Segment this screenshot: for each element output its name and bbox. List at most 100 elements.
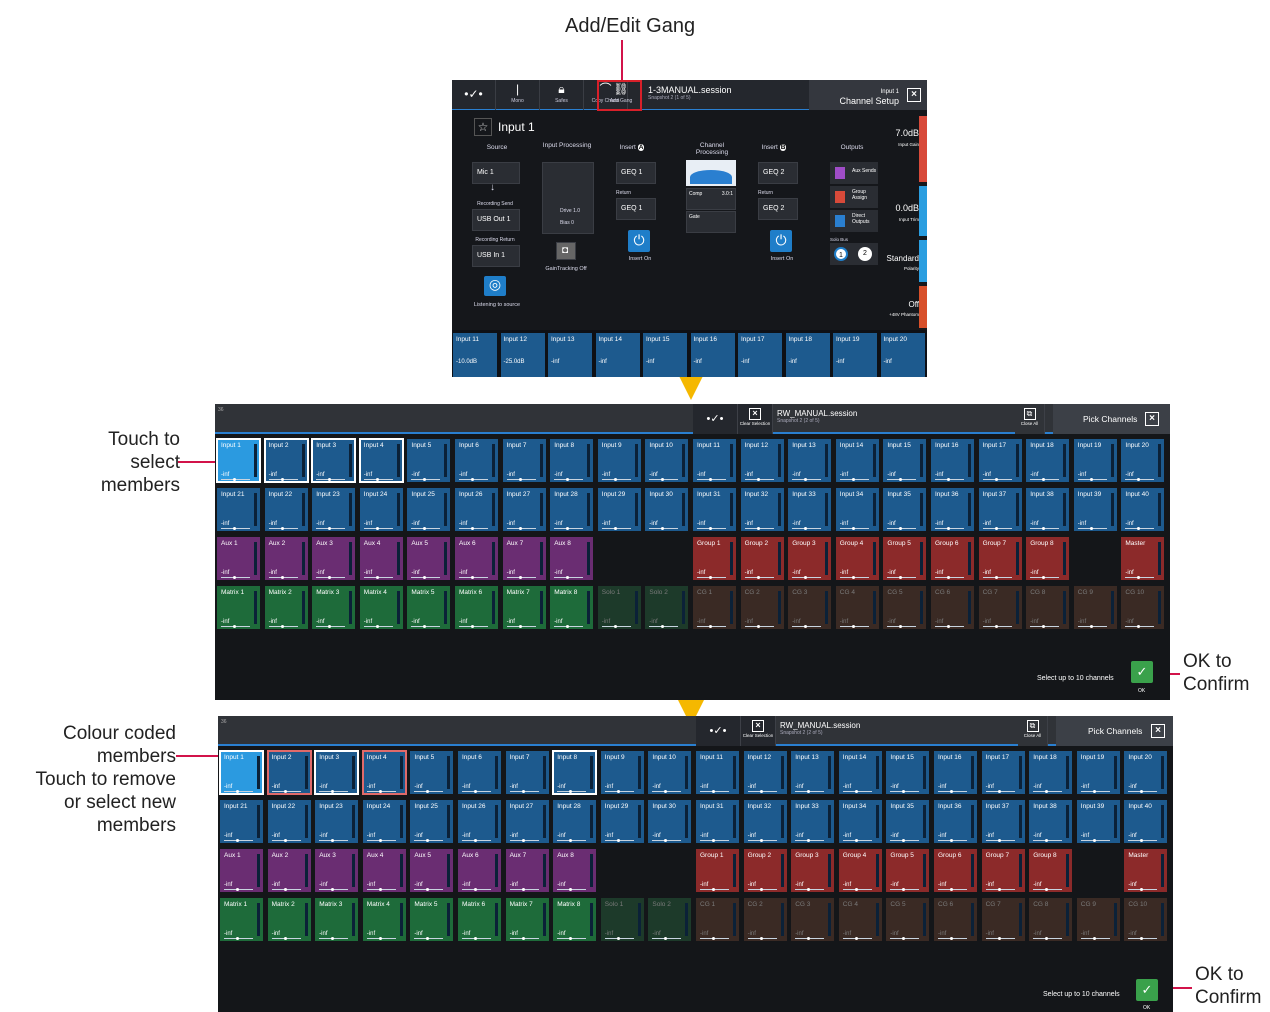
fader-knob[interactable] <box>712 839 715 842</box>
channel-cell[interactable]: Input 9 -inf <box>600 751 644 794</box>
fader-knob[interactable] <box>1137 527 1141 530</box>
fader-knob[interactable] <box>1140 888 1144 891</box>
channel-cell[interactable]: Group 2 -inf <box>740 537 784 580</box>
fader-knob[interactable] <box>423 478 427 481</box>
channel-cell[interactable]: Solo 1 -inf <box>597 586 641 629</box>
fader-knob[interactable] <box>994 625 998 628</box>
fader-knob[interactable] <box>1045 937 1049 940</box>
channel-cell[interactable]: Input 10 -inf <box>645 439 689 482</box>
channel-cell[interactable]: CG 8 -inf <box>1029 898 1073 941</box>
fader-knob[interactable] <box>1089 478 1093 481</box>
fader-knob[interactable] <box>331 790 335 793</box>
fader-knob[interactable] <box>1140 790 1144 793</box>
fader-knob[interactable] <box>807 937 811 940</box>
channel-cell[interactable]: Group 6 -inf <box>931 537 974 580</box>
fader-knob[interactable] <box>280 527 284 530</box>
ok-button[interactable]: ✓ <box>1136 979 1158 1001</box>
fader-knob[interactable] <box>1042 478 1046 481</box>
strip-channel[interactable]: Input 11 -10.0dB <box>453 333 497 377</box>
solo-bus-selector[interactable]: 1 2 <box>830 243 878 265</box>
fader-knob[interactable] <box>518 625 522 628</box>
channel-cell[interactable]: Input 36 -inf <box>931 488 974 531</box>
fader-knob[interactable] <box>521 937 525 940</box>
phantom-readout[interactable]: Off +48V Phantom <box>889 300 919 318</box>
channel-cell[interactable]: Input 18 -inf <box>1026 439 1070 482</box>
fader-knob[interactable] <box>471 527 474 530</box>
channel-cell[interactable]: Input 31 -inf <box>696 800 739 843</box>
fader-knob[interactable] <box>807 790 811 793</box>
fader-knob[interactable] <box>1092 790 1096 793</box>
channel-cell[interactable]: Input 1 -inf <box>216 438 261 483</box>
channel-cell[interactable]: Input 28 -inf <box>553 800 597 843</box>
fader-knob[interactable] <box>759 888 763 891</box>
fader-knob[interactable] <box>804 527 808 530</box>
fader-knob[interactable] <box>1137 576 1141 579</box>
channel-cell[interactable]: Input 31 -inf <box>693 488 736 531</box>
fader-knob[interactable] <box>233 478 236 481</box>
channel-cell[interactable]: Matrix 5 -inf <box>407 586 451 629</box>
fader-knob[interactable] <box>950 839 953 842</box>
fader-knob[interactable] <box>423 576 427 579</box>
fader-knob[interactable] <box>899 478 903 481</box>
fader-knob[interactable] <box>854 888 858 891</box>
channel-cell[interactable]: Aux 1 -inf <box>217 537 260 580</box>
channel-cell[interactable]: Matrix 3 -inf <box>315 898 359 941</box>
fader-knob[interactable] <box>378 790 382 793</box>
channel-cell[interactable]: Group 5 -inf <box>883 537 927 580</box>
channel-cell[interactable]: Aux 4 -inf <box>362 849 406 892</box>
channel-cell[interactable]: Input 6 -inf <box>455 439 498 482</box>
channel-cell[interactable]: Aux 3 -inf <box>315 849 359 892</box>
channel-cell[interactable]: Input 35 -inf <box>883 488 927 531</box>
channel-cell[interactable]: Matrix 3 -inf <box>312 586 356 629</box>
channel-cell[interactable]: Input 36 -inf <box>934 800 977 843</box>
channel-cell[interactable]: Input 4 -inf <box>361 750 407 795</box>
channel-cell[interactable]: CG 6 -inf <box>934 898 977 941</box>
close-icon[interactable]: × <box>907 88 921 102</box>
fader-knob[interactable] <box>283 839 287 842</box>
fader-knob[interactable] <box>375 576 379 579</box>
channel-cell[interactable]: Input 15 -inf <box>883 439 927 482</box>
fader-knob[interactable] <box>280 576 284 579</box>
fader-knob[interactable] <box>709 625 712 628</box>
channel-cell[interactable]: Input 16 -inf <box>931 439 974 482</box>
fader-knob[interactable] <box>280 478 284 481</box>
fader-knob[interactable] <box>759 937 763 940</box>
channel-cell[interactable]: Solo 1 -inf <box>600 898 644 941</box>
channel-cell[interactable]: Input 32 -inf <box>740 488 784 531</box>
geq1-return[interactable]: GEQ 1 <box>616 198 656 220</box>
fader-knob[interactable] <box>807 839 811 842</box>
channel-cell[interactable]: Input 27 -inf <box>502 488 546 531</box>
channel-cell[interactable]: Matrix 6 -inf <box>458 898 501 941</box>
channel-cell[interactable]: CG 7 -inf <box>978 586 1022 629</box>
fader-knob[interactable] <box>950 937 953 940</box>
fader-knob[interactable] <box>1045 790 1049 793</box>
channel-cell[interactable]: Input 5 -inf <box>410 751 454 794</box>
fader-knob[interactable] <box>521 888 525 891</box>
fader-knob[interactable] <box>854 937 858 940</box>
fader-knob[interactable] <box>804 576 808 579</box>
strip-channel[interactable]: Input 20 -inf <box>880 333 925 377</box>
fader-knob[interactable] <box>851 576 855 579</box>
fader-knob[interactable] <box>902 888 906 891</box>
fader-knob[interactable] <box>566 478 570 481</box>
channel-cell[interactable]: Input 20 -inf <box>1121 439 1165 482</box>
fader-knob[interactable] <box>426 790 430 793</box>
channel-cell[interactable]: Group 6 -inf <box>934 849 977 892</box>
channel-cell[interactable]: Input 25 -inf <box>410 800 454 843</box>
strip-channel[interactable]: Input 18 -inf <box>785 333 830 377</box>
channel-cell[interactable]: Aux 2 -inf <box>264 537 308 580</box>
gate-panel[interactable]: Gate <box>686 211 736 233</box>
fader-knob[interactable] <box>471 576 474 579</box>
fader-knob[interactable] <box>331 888 335 891</box>
polarity-readout[interactable]: Standard Polarity <box>887 254 919 272</box>
channel-cell[interactable]: Input 4 -inf <box>358 438 404 483</box>
fader-knob[interactable] <box>566 576 570 579</box>
channel-cell[interactable]: Aux 7 -inf <box>502 537 546 580</box>
channel-cell[interactable]: CG 1 -inf <box>693 586 736 629</box>
fader-knob[interactable] <box>375 527 379 530</box>
fader-knob[interactable] <box>709 527 712 530</box>
fader-knob[interactable] <box>471 625 474 628</box>
channel-cell[interactable]: Input 1 -inf <box>219 750 264 795</box>
fader-knob[interactable] <box>569 937 573 940</box>
fader-knob[interactable] <box>854 790 858 793</box>
